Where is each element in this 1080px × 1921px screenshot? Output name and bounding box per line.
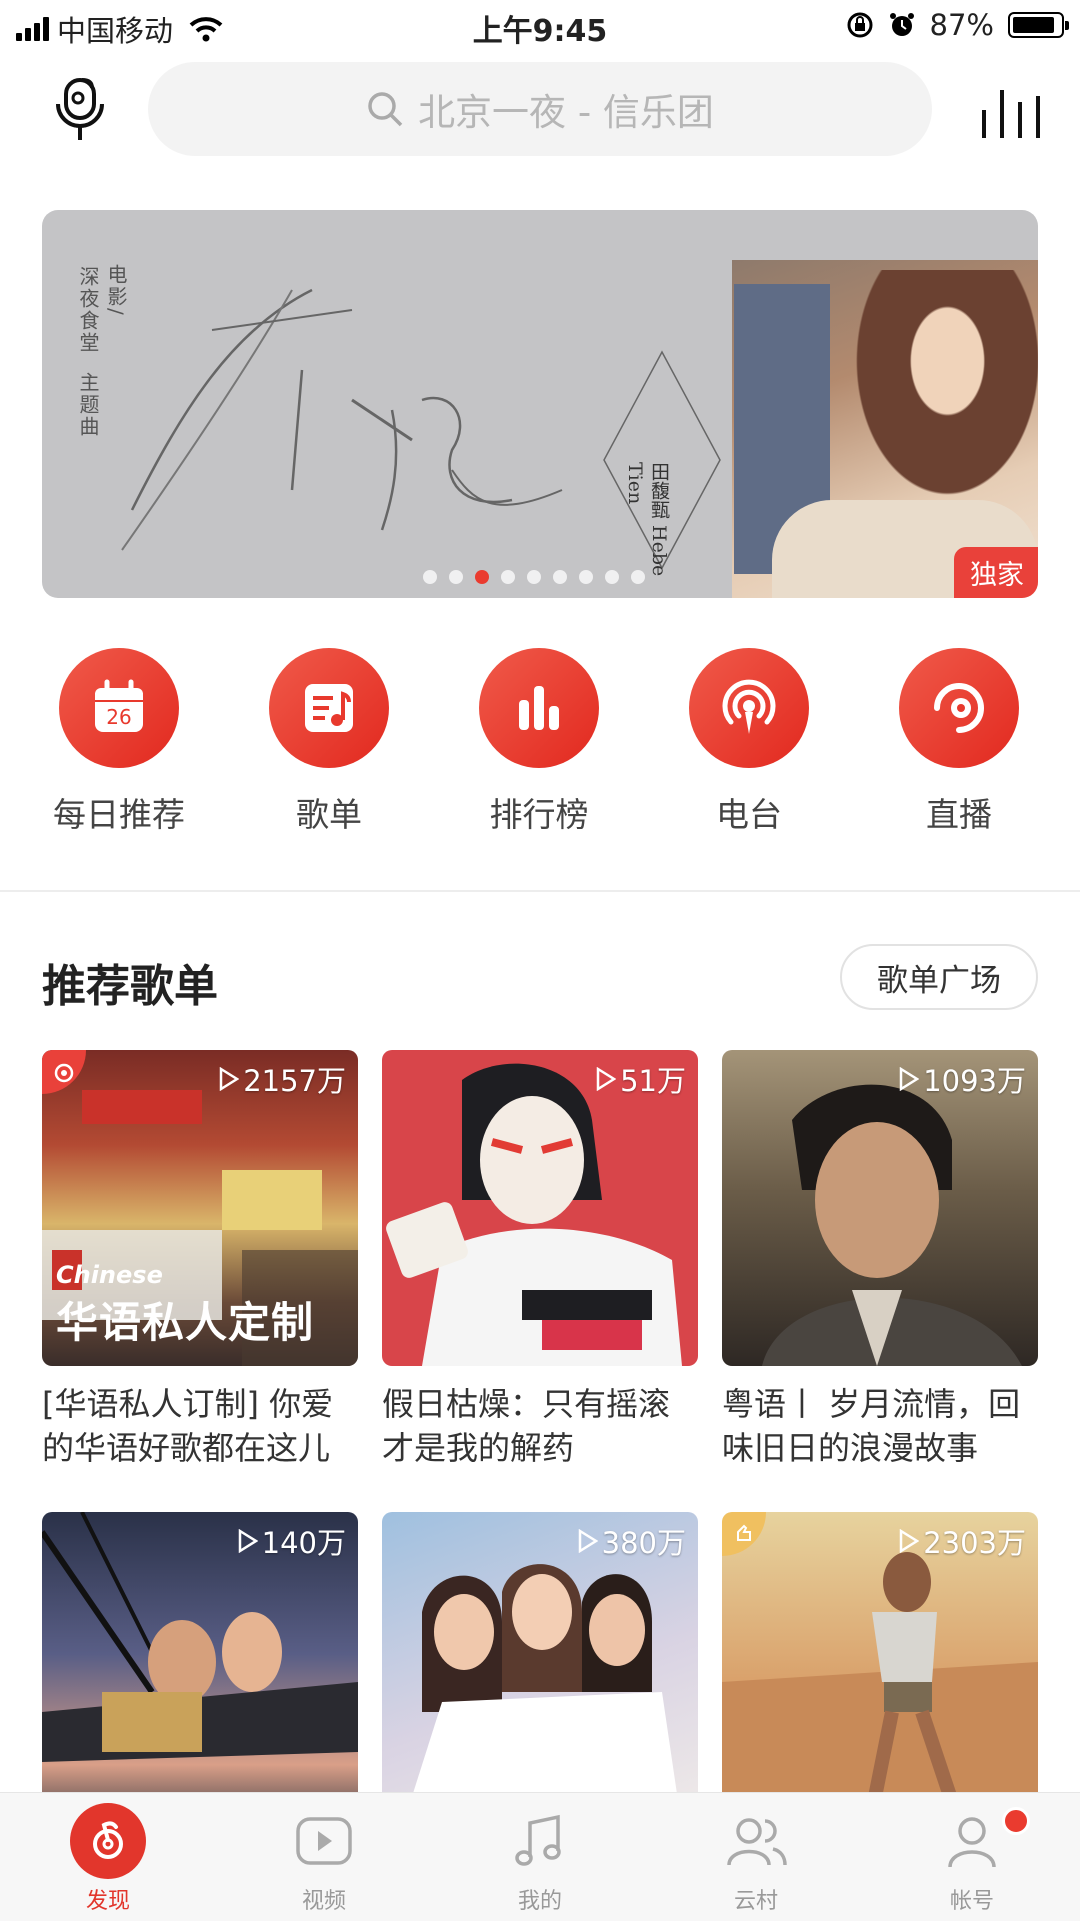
chart-bars-icon [479, 648, 599, 768]
playlist-icon [269, 648, 389, 768]
playlist-title: 粤语丨 岁月流情，回味旧日的浪漫故事 [722, 1385, 1021, 1467]
play-count: 380万 [578, 1520, 686, 1562]
playlist-cover: 140万 [42, 1512, 358, 1828]
nav-daily-recommend[interactable]: 26 每日推荐 [24, 648, 214, 836]
battery-icon [1008, 12, 1069, 38]
nav-label: 排行榜 [489, 795, 589, 834]
radio-icon [689, 648, 809, 768]
video-play-icon [286, 1803, 362, 1879]
playlist-card[interactable]: 380万 [382, 1512, 698, 1828]
playlist-card[interactable]: 2157万 Chinese 华语私人定制 [华语私人订制] 你爱的华语好歌都在这… [42, 1050, 358, 1470]
nav-live[interactable]: 直播 [864, 648, 1054, 836]
status-bar: 中国移动 上午9:45 87% [0, 0, 1080, 52]
nav-label: 电台 [716, 795, 782, 834]
tab-video[interactable]: 视频 [216, 1793, 432, 1921]
cover-caption: Chinese 华语私人定制 [56, 1261, 314, 1350]
netease-music-icon [70, 1803, 146, 1879]
playlist-card[interactable]: 51万 假日枯燥：只有摇滚才是我的解药 [382, 1050, 698, 1470]
calligraphy-title [121, 288, 563, 551]
tab-cloud-village[interactable]: 云村 [648, 1793, 864, 1921]
tab-label: 发现 [85, 1889, 130, 1914]
playlist-cover: 2157万 Chinese 华语私人定制 [42, 1050, 358, 1366]
quick-nav: 26 每日推荐 歌单 排行榜 电台 直播 [0, 648, 1080, 834]
tab-label: 我的 [517, 1889, 562, 1914]
nav-label: 每日推荐 [53, 795, 185, 834]
play-icon [899, 1529, 920, 1553]
calendar-day: 26 [106, 705, 131, 729]
play-icon [238, 1529, 258, 1553]
tab-label: 视频 [301, 1889, 346, 1914]
nav-radio[interactable]: 电台 [654, 648, 844, 836]
battery-percent: 87% [929, 8, 994, 42]
play-icon [219, 1067, 240, 1091]
playlist-title: 假日枯燥：只有摇滚才是我的解药 [382, 1385, 671, 1467]
play-count: 2303万 [899, 1520, 1026, 1562]
playlist-square-button[interactable]: 歌单广场 [840, 944, 1038, 1010]
tab-account[interactable]: 帐号 [864, 1793, 1080, 1921]
music-note-icon [502, 1803, 578, 1879]
play-count: 51万 [596, 1058, 686, 1100]
playlist-cover: 380万 [382, 1512, 698, 1828]
cover-caption-zh: 华语私人定制 [56, 1298, 315, 1347]
tab-discover[interactable]: 发现 [0, 1793, 216, 1921]
microphone-icon[interactable] [52, 74, 108, 146]
play-icon [899, 1067, 920, 1091]
notification-dot [1002, 1807, 1030, 1835]
user-icon [934, 1803, 1010, 1879]
calendar-icon: 26 [59, 648, 179, 768]
exclusive-badge: 独家 [954, 547, 1038, 598]
section-title: 推荐歌单 [42, 961, 218, 1012]
search-placeholder: 北京一夜 - 信乐团 [418, 91, 714, 134]
playlist-card[interactable]: 2303万 [722, 1512, 1038, 1828]
carousel-dots[interactable] [42, 570, 1038, 584]
play-icon [578, 1529, 598, 1553]
play-count: 1093万 [899, 1058, 1026, 1100]
playlist-cover: 2303万 [722, 1512, 1038, 1828]
playlist-cover: 1093万 [722, 1050, 1038, 1366]
playlist-card[interactable]: 1093万 粤语丨 岁月流情，回味旧日的浪漫故事 [722, 1050, 1038, 1470]
tab-mine[interactable]: 我的 [432, 1793, 648, 1921]
banner-carousel[interactable]: 电影/ 深夜食堂 主题曲 田馥甄 Hebe Tien 独家 [42, 210, 1038, 598]
friends-icon [718, 1803, 794, 1879]
playlist-cover: 51万 [382, 1050, 698, 1366]
nav-charts[interactable]: 排行榜 [444, 648, 634, 836]
search-bar[interactable]: 北京一夜 - 信乐团 [148, 62, 932, 156]
tab-label: 帐号 [949, 1889, 994, 1914]
nav-label: 歌单 [296, 795, 362, 834]
nav-playlist[interactable]: 歌单 [234, 648, 424, 836]
playlist-card[interactable]: 140万 [42, 1512, 358, 1828]
tab-label: 云村 [733, 1889, 778, 1914]
bottom-tab-bar: 发现 视频 我的 云村 帐号 [0, 1792, 1080, 1921]
search-icon [368, 92, 403, 127]
alarm-icon [889, 13, 914, 36]
cover-caption-en: Chinese [56, 1261, 163, 1289]
divider [0, 890, 1080, 892]
nav-label: 直播 [926, 795, 992, 834]
now-playing-icon[interactable] [980, 84, 1042, 140]
play-icon [596, 1067, 617, 1091]
playlist-title: [华语私人订制] 你爱的华语好歌都在这儿 [42, 1385, 334, 1467]
play-count: 140万 [238, 1520, 346, 1562]
live-icon [899, 648, 1019, 768]
play-count: 2157万 [219, 1058, 346, 1100]
rotation-lock-icon [847, 12, 873, 38]
